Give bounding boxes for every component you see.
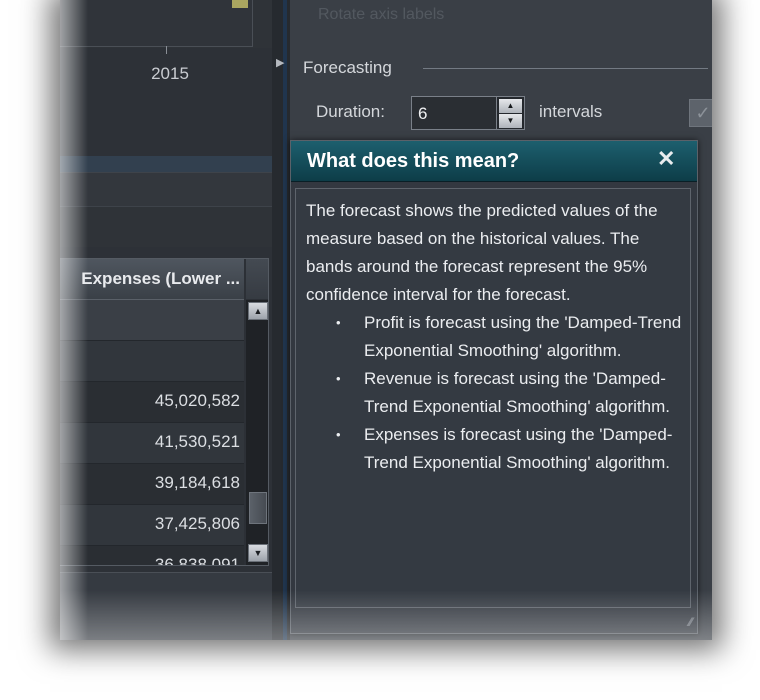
toolbar-strip-lower [60,206,272,247]
table-row[interactable]: 45,020,582 [60,382,244,423]
table-row[interactable] [60,341,244,382]
cell-value: 41,530,521 [154,432,240,451]
toolbar-strip [60,172,272,207]
list-item: • Profit is forecast using the 'Damped-Tr… [336,309,682,365]
app-window: 2015 Expenses (Lower ... 45,020,582 41,5… [60,0,712,640]
duration-label: Duration: [316,102,385,121]
bullet-icon: • [336,315,341,330]
list-item-text: Profit is forecast using the 'Damped-Tre… [364,313,682,360]
table-row[interactable] [60,300,244,341]
chart-scroll-track[interactable] [60,156,272,172]
help-popup: What does this mean? ✕ The forecast show… [290,140,698,634]
scroll-up-icon[interactable]: ▲ [248,302,268,320]
collapse-arrow-icon[interactable]: ▶ [276,56,284,69]
vertical-scrollbar[interactable]: ▲ ▼ [246,300,268,565]
cell-value: 37,425,806 [154,514,240,533]
chart-series-mark [232,0,248,8]
duration-value: 6 [418,104,428,123]
table-row[interactable]: 37,425,806 [60,505,244,546]
column-header[interactable]: Expenses (Lower ... [60,259,244,300]
chart-area [60,0,272,48]
splitter-line [283,0,287,640]
cell-value: 36,838,091 [154,555,240,565]
popup-body: The forecast shows the predicted values … [295,188,691,608]
grid-footer [60,572,272,640]
duration-stepper[interactable]: ▲ ▼ [496,96,525,130]
list-item: • Expenses is forecast using the 'Damped-… [336,421,682,477]
data-grid: Expenses (Lower ... 45,020,582 41,530,52… [60,258,269,566]
properties-panel: Rotate axis labels Forecasting Duration:… [290,0,712,640]
info-toggle-checkbox[interactable]: ✓ [689,99,712,127]
cell-value: 45,020,582 [154,391,240,410]
table-row[interactable]: 36,838,091 [60,546,244,565]
cell-value: 39,184,618 [154,473,240,492]
left-panel: 2015 Expenses (Lower ... 45,020,582 41,5… [60,0,272,640]
table-row[interactable]: 39,184,618 [60,464,244,505]
increment-icon[interactable]: ▲ [499,99,522,113]
popup-intro-text: The forecast shows the predicted values … [306,201,658,304]
forecasting-section-title: Forecasting [303,58,392,77]
close-icon[interactable]: ✕ [657,146,675,172]
duration-input[interactable]: 6 [411,96,497,130]
column-header-filler [246,259,268,299]
list-item: • Revenue is forecast using the 'Damped-T… [336,365,682,421]
popup-header: What does this mean? ✕ [291,141,697,182]
table-row[interactable]: 41,530,521 [60,423,244,464]
scroll-down-icon[interactable]: ▼ [248,544,268,562]
list-item-text: Expenses is forecast using the 'Damped-T… [364,425,673,472]
list-item-text: Revenue is forecast using the 'Damped-Tr… [364,369,670,416]
axis-tick-label: 2015 [151,64,189,83]
section-divider [423,68,708,69]
bullet-icon: • [336,427,341,442]
bullet-icon: • [336,371,341,386]
panel-splitter[interactable]: ▶ [272,0,290,640]
decrement-icon[interactable]: ▼ [499,114,522,128]
column-header-label: Expenses (Lower ... [81,269,240,288]
option-label: Rotate axis labels [318,6,445,23]
popup-title: What does this mean? [307,150,520,172]
intervals-label: intervals [539,102,603,121]
chart-plot-area [60,0,253,47]
algorithm-list: • Profit is forecast using the 'Damped-Tr… [306,309,682,477]
axis-tick [166,46,167,54]
scroll-thumb[interactable] [249,492,267,524]
